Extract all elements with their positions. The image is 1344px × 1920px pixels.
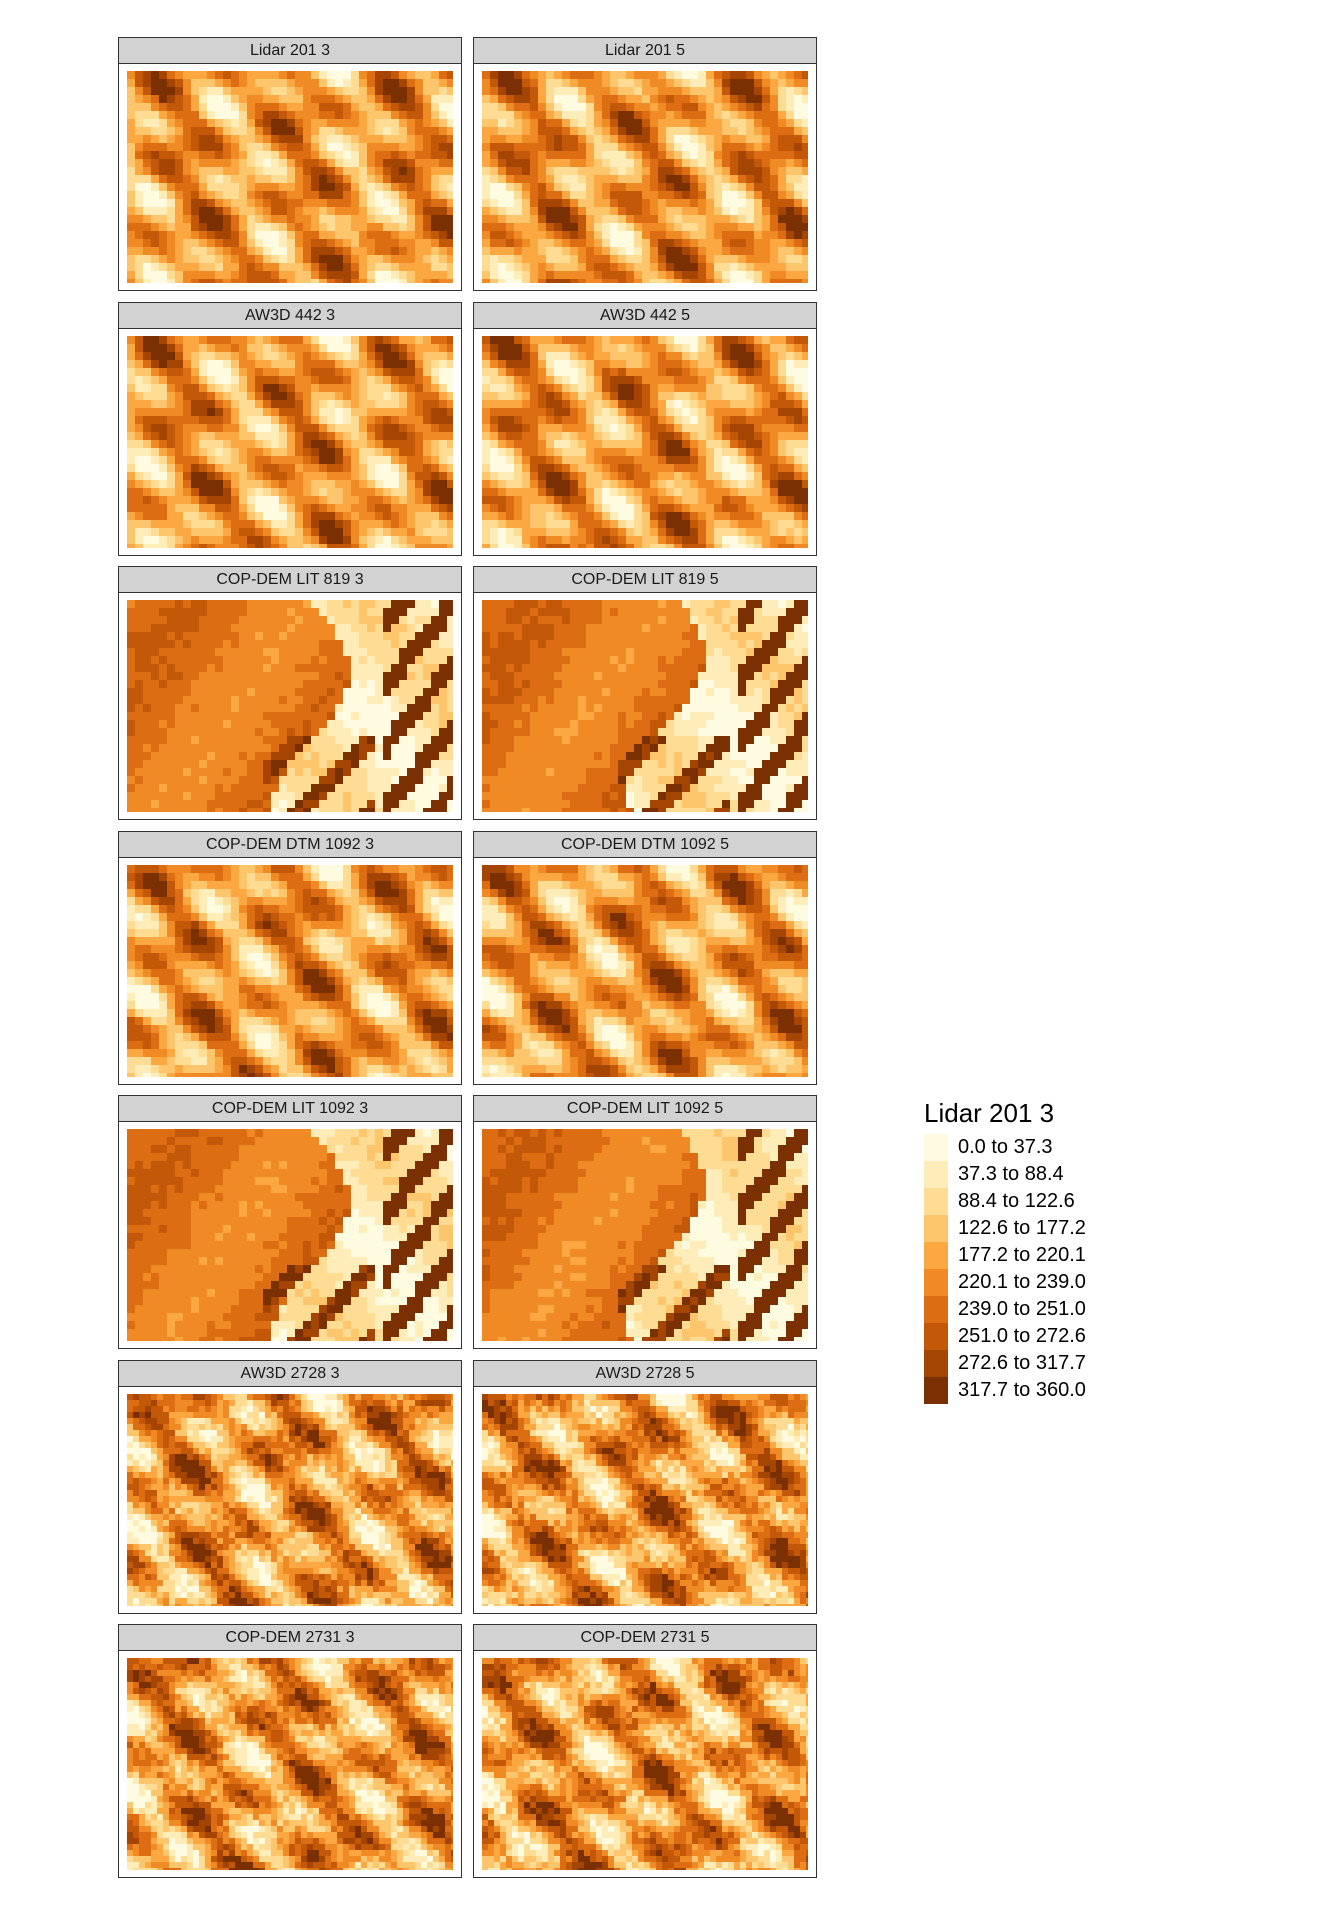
legend-item: 37.3 to 88.4: [924, 1161, 1184, 1188]
map-panel: Lidar 201 3: [118, 37, 462, 291]
aspect-raster-map: [482, 1393, 808, 1606]
panel-title: COP-DEM LIT 819 3: [119, 567, 461, 593]
legend-item: 88.4 to 122.6: [924, 1188, 1184, 1215]
panel-title: AW3D 442 5: [474, 302, 816, 329]
aspect-raster-map: [482, 1129, 808, 1341]
aspect-raster-map: [482, 335, 808, 548]
legend-label: 122.6 to 177.2: [958, 1217, 1086, 1239]
aspect-raster-map: [127, 71, 453, 283]
map-panel: COP-DEM LIT 1092 5: [473, 1095, 817, 1349]
map-panel: COP-DEM LIT 819 5: [473, 566, 817, 820]
panel-title: COP-DEM 2731 3: [119, 1625, 461, 1651]
aspect-raster-map: [127, 1658, 453, 1870]
map-panel: Lidar 201 5: [473, 37, 817, 291]
legend-label: 317.7 to 360.0: [958, 1379, 1086, 1401]
legend: Lidar 201 3 0.0 to 37.3 37.3 to 88.4 88.4 …: [924, 1096, 1184, 1404]
map-panel: AW3D 2728 5: [473, 1359, 817, 1614]
legend-item: 122.6 to 177.2: [924, 1215, 1184, 1242]
aspect-raster-map: [127, 864, 453, 1077]
legend-swatch: [924, 1350, 948, 1377]
legend-swatch: [924, 1134, 948, 1161]
panel-title: AW3D 2728 3: [119, 1360, 461, 1387]
legend-swatch: [924, 1215, 948, 1242]
panel-title: COP-DEM DTM 1092 5: [474, 831, 816, 858]
legend-label: 88.4 to 122.6: [958, 1190, 1075, 1212]
panel-title: AW3D 2728 5: [474, 1360, 816, 1387]
legend-swatch: [924, 1323, 948, 1350]
legend-swatch: [924, 1242, 948, 1269]
legend-item: 272.6 to 317.7: [924, 1350, 1184, 1377]
legend-label: 37.3 to 88.4: [958, 1163, 1064, 1185]
legend-swatch: [924, 1377, 948, 1404]
map-panel: COP-DEM 2731 5: [473, 1624, 817, 1878]
legend-label: 177.2 to 220.1: [958, 1244, 1086, 1266]
panel-title: AW3D 442 3: [119, 302, 461, 329]
legend-label: 239.0 to 251.0: [958, 1298, 1086, 1320]
panel-title: COP-DEM DTM 1092 3: [119, 831, 461, 858]
legend-swatch: [924, 1296, 948, 1323]
aspect-raster-map: [127, 600, 453, 812]
map-panel: AW3D 442 3: [118, 301, 462, 556]
map-panel: AW3D 2728 3: [118, 1359, 462, 1614]
panel-title: COP-DEM LIT 1092 3: [119, 1096, 461, 1122]
map-panel: COP-DEM LIT 1092 3: [118, 1095, 462, 1349]
map-panel: AW3D 442 5: [473, 301, 817, 556]
legend-swatch: [924, 1269, 948, 1296]
legend-item: 239.0 to 251.0: [924, 1296, 1184, 1323]
legend-label: 220.1 to 239.0: [958, 1271, 1086, 1293]
legend-label: 251.0 to 272.6: [958, 1325, 1086, 1347]
facet-grid: Lidar 201 3 Lidar 201 5 AW3D 442 3 AW3D 442…: [118, 37, 818, 1878]
legend-item: 251.0 to 272.6: [924, 1323, 1184, 1350]
panel-title: Lidar 201 5: [474, 38, 816, 64]
aspect-raster-map: [482, 600, 808, 812]
legend-title: Lidar 201 3: [924, 1098, 1055, 1128]
panel-title: COP-DEM 2731 5: [474, 1625, 816, 1651]
aspect-raster-map: [482, 1658, 808, 1870]
legend-item: 0.0 to 37.3: [924, 1134, 1184, 1161]
map-panel: COP-DEM LIT 819 3: [118, 566, 462, 820]
map-panel: COP-DEM DTM 1092 5: [473, 830, 817, 1085]
aspect-raster-map: [127, 1393, 453, 1606]
panel-title: Lidar 201 3: [119, 38, 461, 64]
legend-item: 317.7 to 360.0: [924, 1377, 1184, 1404]
legend-label: 0.0 to 37.3: [958, 1136, 1053, 1158]
legend-label: 272.6 to 317.7: [958, 1352, 1086, 1374]
panel-title: COP-DEM LIT 1092 5: [474, 1096, 816, 1122]
map-panel: COP-DEM DTM 1092 3: [118, 830, 462, 1085]
legend-swatch: [924, 1161, 948, 1188]
legend-item: 220.1 to 239.0: [924, 1269, 1184, 1296]
aspect-raster-map: [482, 864, 808, 1077]
aspect-raster-map: [127, 335, 453, 548]
aspect-raster-map: [127, 1129, 453, 1341]
map-panel: COP-DEM 2731 3: [118, 1624, 462, 1878]
legend-classes: 0.0 to 37.3 37.3 to 88.4 88.4 to 122.6 122.…: [924, 1134, 1184, 1404]
legend-swatch: [924, 1188, 948, 1215]
panel-title: COP-DEM LIT 819 5: [474, 567, 816, 593]
aspect-raster-map: [482, 71, 808, 283]
legend-item: 177.2 to 220.1: [924, 1242, 1184, 1269]
